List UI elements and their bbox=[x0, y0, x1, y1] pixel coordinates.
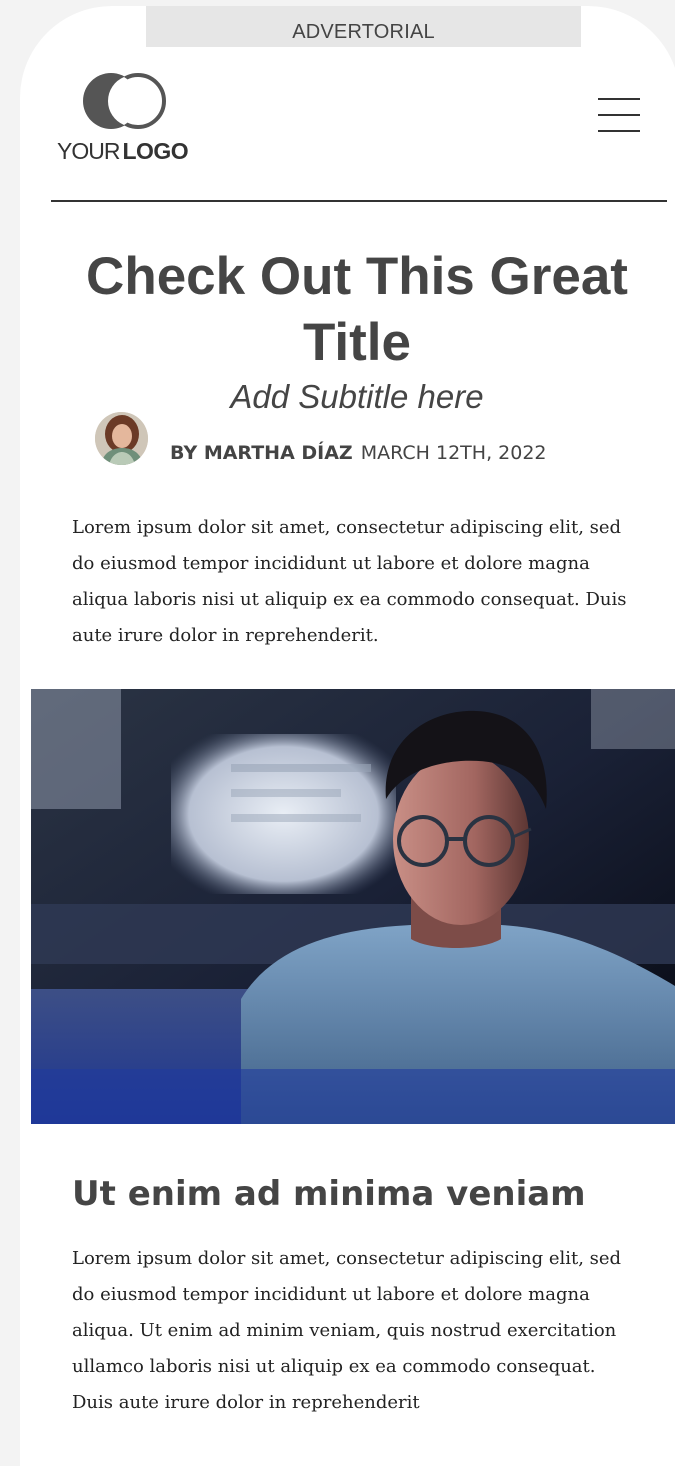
logo-text-bold: LOGO bbox=[122, 138, 189, 164]
header-divider bbox=[51, 200, 667, 202]
section-paragraph: Lorem ipsum dolor sit amet, consectetur … bbox=[72, 1248, 622, 1413]
logo-text-light: YOUR bbox=[57, 138, 120, 164]
advertorial-banner: ADVERTORIAL bbox=[146, 6, 581, 47]
hero-photo bbox=[31, 689, 675, 1124]
article-card: ADVERTORIAL YOUR LOGO Check Out This Grea… bbox=[20, 6, 675, 1466]
publish-date: MARCH 12TH, 2022 bbox=[360, 442, 547, 464]
article-subtitle: Add Subtitle here bbox=[230, 378, 484, 415]
author-name[interactable]: BY MARTHA DÍAZ bbox=[170, 442, 353, 464]
author-photo bbox=[95, 412, 148, 465]
overlapping-circles-logo-icon bbox=[83, 73, 166, 129]
site-logo[interactable]: YOUR LOGO bbox=[57, 72, 207, 168]
hero-image bbox=[31, 689, 675, 1124]
hamburger-menu-icon[interactable] bbox=[598, 96, 640, 134]
author-avatar[interactable] bbox=[95, 412, 148, 465]
section-heading: Ut enim ad minima veniam bbox=[72, 1174, 586, 1214]
menu-line-top bbox=[598, 98, 640, 100]
menu-line-middle bbox=[598, 114, 640, 116]
intro-paragraph: Lorem ipsum dolor sit amet, consectetur … bbox=[72, 517, 627, 646]
menu-line-bottom bbox=[598, 130, 640, 132]
article-title: Check Out This Great Title bbox=[86, 247, 628, 372]
article-byline: BY MARTHA DÍAZ MARCH 12TH, 2022 bbox=[170, 442, 547, 464]
logo-wordmark: YOUR LOGO bbox=[57, 138, 189, 165]
